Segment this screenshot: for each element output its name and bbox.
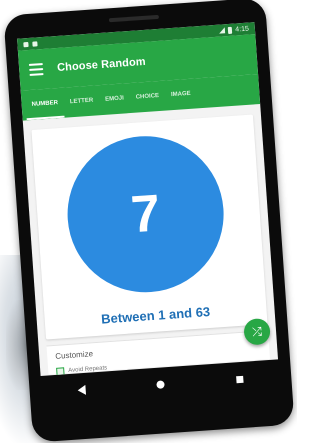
result-circle[interactable]: 7 (62, 130, 229, 298)
sim-icon (32, 40, 38, 47)
customize-label: Customize (54, 349, 94, 361)
status-left-icons (23, 40, 38, 47)
back-icon[interactable] (77, 384, 86, 396)
tab-emoji[interactable]: EMOJI (98, 83, 131, 115)
notification-icon (23, 41, 29, 47)
signal-icon (219, 27, 226, 34)
shuffle-icon: ⤮ (251, 323, 263, 339)
app-title: Choose Random (56, 55, 147, 75)
tab-image[interactable]: IMAGE (164, 78, 198, 110)
app-screen: 4:15 Choose Random NUMBER LETTER EMOJI C… (17, 22, 279, 376)
tab-letter[interactable]: LETTER (63, 85, 100, 117)
battery-icon (228, 26, 233, 34)
tab-number[interactable]: NUMBER (25, 88, 65, 121)
status-time: 4:15 (235, 25, 250, 34)
range-text: Between 1 and 63 (100, 303, 211, 327)
phone-device: 4:15 Choose Random NUMBER LETTER EMOJI C… (3, 0, 295, 443)
phone-speaker (108, 14, 159, 23)
home-icon[interactable] (156, 380, 166, 389)
recent-apps-icon[interactable] (236, 375, 244, 383)
tab-choice[interactable]: CHOICE (129, 81, 166, 113)
hamburger-menu-icon[interactable] (28, 63, 44, 76)
screenshot-stage: 4:15 Choose Random NUMBER LETTER EMOJI C… (0, 0, 297, 443)
status-right-icons: 4:15 (219, 25, 249, 34)
result-number: 7 (129, 184, 163, 245)
result-card: 7 Between 1 and 63 (31, 114, 268, 340)
